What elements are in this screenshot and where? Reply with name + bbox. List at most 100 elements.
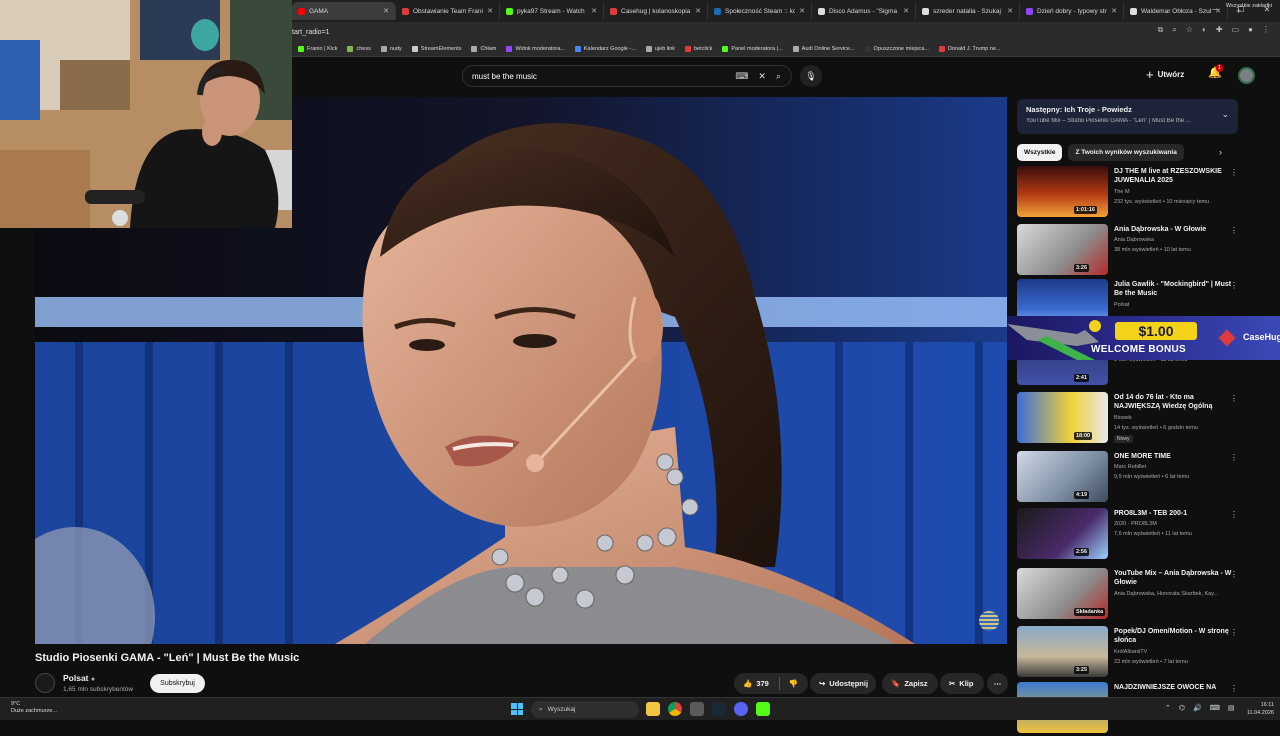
recommendation-channel[interactable]: Blowek (1114, 415, 1132, 421)
recommendation-channel[interactable]: Marc Rebillet (1114, 464, 1146, 470)
search-box[interactable]: must be the music ⌨ ✕ ⌕ (462, 65, 792, 87)
browser-tab[interactable]: szreder natalia - Szukaj w ✕ (916, 2, 1020, 20)
minimize-icon[interactable]: ─ (1202, 0, 1228, 22)
browser-tab[interactable]: GAMA ✕ (292, 2, 396, 20)
recommendation-title[interactable]: Popek/DJ Omen/Motion - W stronę słońca (1114, 627, 1232, 645)
chevron-right-icon[interactable]: › (1219, 147, 1222, 157)
more-options-icon[interactable]: ⋮ (1230, 570, 1238, 579)
recommendation-title[interactable]: Od 14 do 76 lat - Kto ma NAJWIĘKSZĄ Wied… (1114, 393, 1232, 411)
bookmark-item[interactable]: nudy (380, 46, 402, 52)
dislike-icon[interactable]: 👎 (789, 679, 798, 688)
app-icon[interactable] (690, 702, 704, 716)
extension-icon[interactable]: ◐ (1202, 25, 1207, 35)
video-thumbnail[interactable] (1017, 626, 1108, 677)
keyboard-icon[interactable]: ⌨ (735, 71, 748, 82)
recommendation-item[interactable]: 3:25 Popek/DJ Omen/Motion - W stronę słoń… (1017, 626, 1243, 680)
recommendation-channel[interactable]: Polsat (1114, 302, 1129, 308)
recommendation-item[interactable]: Składanka YouTube Mix – Ania Dąbrowska - … (1017, 568, 1243, 622)
install-app-icon[interactable]: ⧉ (1158, 25, 1164, 35)
close-tab-icon[interactable]: ✕ (383, 7, 389, 15)
search-icon[interactable]: ⌕ (776, 71, 781, 82)
bookmark-item[interactable]: Opuszczone miejsca... (864, 46, 929, 52)
channel-avatar[interactable] (35, 673, 55, 693)
discord-icon[interactable] (734, 702, 748, 716)
recommendation-channel[interactable]: KrólAlbaniiTV (1114, 649, 1147, 655)
bookmark-item[interactable]: Panel moderatora |... (722, 46, 783, 52)
all-bookmarks-folder[interactable]: Wszystkie zakładki (1226, 3, 1272, 9)
clear-search-icon[interactable]: ✕ (758, 71, 766, 82)
bookmark-item[interactable]: chess (347, 46, 371, 52)
recommendation-channel[interactable]: Ania Dąbrowska (1114, 237, 1154, 243)
share-button[interactable]: ↪ Udostępnij (810, 673, 876, 694)
more-options-icon[interactable]: ⋮ (1230, 168, 1238, 177)
close-tab-icon[interactable]: ✕ (695, 7, 701, 15)
search-input[interactable]: must be the music (472, 72, 735, 81)
recommendation-channel[interactable]: Ania Dąbrowska, Honorata Skarbek, Kay... (1114, 591, 1218, 597)
steam-icon[interactable] (712, 702, 726, 716)
video-thumbnail[interactable] (1017, 224, 1108, 275)
browser-tab[interactable]: Obstawianie Team Franio ✕ (396, 2, 500, 20)
weather-widget[interactable]: 9°C Duże zachmurze... (11, 701, 57, 715)
sidebar-icon[interactable]: ▭ (1232, 25, 1240, 35)
more-options-icon[interactable]: ⋮ (1230, 453, 1238, 462)
browser-tab[interactable]: Społeczność Steam :: kolo ✕ (708, 2, 812, 20)
kick-icon[interactable] (756, 702, 770, 716)
more-options-icon[interactable]: ⋮ (1230, 394, 1238, 403)
bookmark-item[interactable]: ujeb link (645, 46, 675, 52)
more-options-icon[interactable]: ⋮ (1230, 226, 1238, 235)
recommendation-title[interactable]: PRO8L3M - TEB 200-1 (1114, 509, 1232, 518)
close-tab-icon[interactable]: ✕ (903, 7, 909, 15)
like-icon[interactable]: 👍 (743, 679, 752, 688)
bookmark-item[interactable]: Franio | Kick (298, 46, 337, 52)
network-icon[interactable]: ⌬ (1179, 704, 1185, 712)
bookmark-star-icon[interactable]: ☆ (1186, 25, 1193, 35)
browser-menu-icon[interactable]: ⋮ (1262, 25, 1270, 35)
browser-tab[interactable]: Disco Adamus - "Sigma ✕ (812, 2, 916, 20)
close-tab-icon[interactable]: ✕ (1007, 7, 1013, 15)
start-icon[interactable] (511, 703, 523, 715)
recommendation-item[interactable]: 2:56 PRO8L3M - TEB 200-1 2020 · PRO8L3M 7,6… (1017, 508, 1243, 562)
profile-icon[interactable]: ● (1248, 25, 1253, 35)
browser-tab[interactable]: pyka97 Stream - Watch L ✕ (500, 2, 604, 20)
more-options-icon[interactable]: ⋮ (1230, 684, 1238, 693)
bookmark-item[interactable]: Donald J. Trump ne... (938, 46, 1000, 52)
volume-icon[interactable]: 🔊 (1193, 704, 1202, 712)
up-next-card[interactable]: Następny: Ich Troje - Powiedz YouTube Mi… (1017, 99, 1238, 134)
taskbar-clock[interactable]: 16:11 11.04.2026 (1242, 701, 1274, 717)
bookmark-item[interactable]: Kalendarz Google -... (574, 46, 636, 52)
recommendation-item[interactable]: 3:26 Ania Dąbrowska - W Głowie Ania Dąbrow… (1017, 224, 1243, 278)
more-options-icon[interactable]: ⋮ (1230, 281, 1238, 290)
close-tab-icon[interactable]: ✕ (487, 7, 493, 15)
video-thumbnail[interactable] (1017, 392, 1108, 443)
recommendation-title[interactable]: Julia Gawlik - "Mockingbird" | Must Be t… (1114, 280, 1232, 298)
file-explorer-icon[interactable] (646, 702, 660, 716)
bookmark-item[interactable]: Audi Online Service... (792, 46, 855, 52)
chip-all[interactable]: Wszystkie (1017, 144, 1063, 161)
account-avatar[interactable] (1238, 67, 1255, 84)
more-options-icon[interactable]: ⋮ (1230, 628, 1238, 637)
save-button[interactable]: 🔖 Zapisz (882, 673, 938, 694)
recommendation-title[interactable]: YouTube Mix – Ania Dąbrowska - W Głowie (1114, 569, 1232, 587)
recommendation-item[interactable]: 1:01:16 DJ THE M live at RZESZOWSKIE JUWE… (1017, 166, 1243, 220)
voice-search-icon[interactable]: 🎙 (800, 65, 822, 87)
more-actions-icon[interactable]: ⋯ (987, 673, 1008, 694)
close-tab-icon[interactable]: ✕ (591, 7, 597, 15)
recommendation-channel[interactable]: 2020 · PRO8L3M (1114, 521, 1157, 527)
casehug-ad-banner[interactable]: $1.00 WELCOME BONUS CaseHug (1007, 316, 1280, 360)
url-field[interactable]: tart_radio=1 (292, 29, 330, 36)
notification-center-icon[interactable]: ▤ (1228, 704, 1235, 712)
browser-tab[interactable]: Casehug | kolanoskopia ✕ (604, 2, 708, 20)
chrome-icon[interactable] (668, 702, 682, 716)
chip-from-search[interactable]: Z Twoich wyników wyszukiwania (1068, 144, 1184, 161)
create-button[interactable]: + Utwórz (1146, 67, 1184, 82)
recommendation-item[interactable]: 4:19 ONE MORE TIME Marc Rebillet 9,9 mln wy… (1017, 451, 1243, 505)
browser-tab[interactable]: Dzień dobry - typowy str ✕ (1020, 2, 1124, 20)
bookmark-item[interactable]: StreamElements (411, 46, 461, 52)
video-thumbnail[interactable] (1017, 508, 1108, 559)
more-options-icon[interactable]: ⋮ (1230, 510, 1238, 519)
bookmark-item[interactable]: Widok moderatora... (506, 46, 565, 52)
recommendation-title[interactable]: DJ THE M live at RZESZOWSKIE JUWENALIA 2… (1114, 167, 1232, 185)
bookmark-item[interactable]: betclick (685, 46, 712, 52)
recommendation-channel[interactable]: The M (1114, 189, 1130, 195)
clip-button[interactable]: ✂ Klip (940, 673, 984, 694)
